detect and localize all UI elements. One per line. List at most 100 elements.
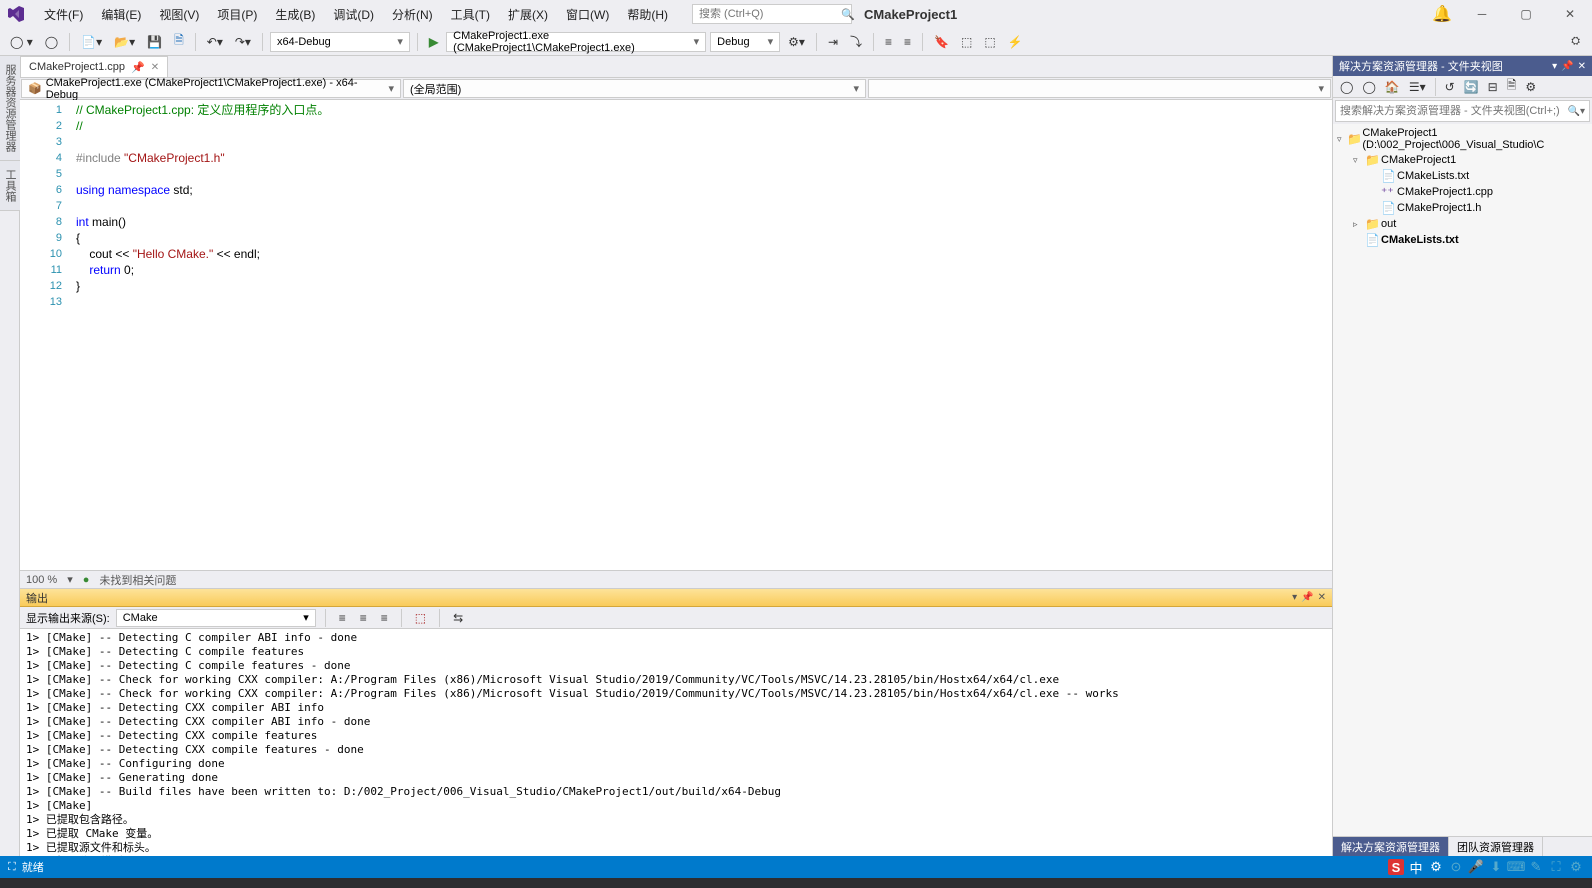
- undo-button[interactable]: ↶▾: [203, 33, 227, 51]
- output-clear-button[interactable]: ≡: [377, 609, 392, 627]
- fwd-button[interactable]: ◯: [1359, 78, 1378, 96]
- tray-icon[interactable]: ⛶: [1548, 859, 1564, 875]
- menu-item[interactable]: 编辑(E): [93, 2, 149, 27]
- menu-item[interactable]: 项目(P): [209, 2, 265, 27]
- tray-icon[interactable]: ⊙: [1448, 859, 1464, 875]
- home-button[interactable]: 🏠: [1382, 78, 1403, 96]
- pin-icon[interactable]: 📌: [1561, 61, 1573, 72]
- output-toggle-button[interactable]: ⇆: [449, 609, 467, 627]
- solution-tree[interactable]: ▿ 📁 CMakeProject1 (D:\002_Project\006_Vi…: [1333, 124, 1592, 836]
- nav-member-combo[interactable]: (全局范围)▾: [403, 79, 866, 98]
- output-source-combo[interactable]: CMake▾: [116, 609, 316, 627]
- collapse-button[interactable]: ⊟: [1485, 78, 1501, 96]
- output-wrap-button[interactable]: ⬚: [411, 609, 430, 627]
- properties-button[interactable]: ⚙: [1522, 78, 1539, 96]
- search-input[interactable]: [699, 8, 841, 20]
- nav-fwd-button[interactable]: ◯: [41, 33, 62, 51]
- config-combo[interactable]: x64-Debug▾: [270, 32, 410, 52]
- vs-logo-icon: [8, 6, 24, 22]
- tree-folder-cmakeproject1[interactable]: ▿ 📁 CMakeProject1: [1333, 152, 1592, 168]
- comment-button[interactable]: ⬚: [957, 33, 976, 51]
- menu-item[interactable]: 帮助(H): [619, 2, 676, 27]
- indent-left-button[interactable]: ≡: [881, 33, 896, 51]
- tree-file-h[interactable]: 📄 CMakeProject1.h: [1333, 200, 1592, 216]
- tray-icon[interactable]: 中: [1408, 859, 1424, 875]
- step-into-button[interactable]: ⇥: [824, 33, 842, 51]
- menu-item[interactable]: 视图(V): [151, 2, 207, 27]
- output-content[interactable]: 1> [CMake] -- Detecting C compiler ABI i…: [20, 629, 1332, 856]
- output-prev-button[interactable]: ≡: [335, 609, 350, 627]
- refresh-button[interactable]: 🔄: [1461, 78, 1482, 96]
- uncomment-button[interactable]: ⬚: [980, 33, 999, 51]
- expand-icon[interactable]: ▿: [1353, 155, 1365, 166]
- pin-icon[interactable]: 📌: [1301, 592, 1313, 603]
- zoom-level[interactable]: 100 %: [26, 574, 57, 586]
- output-next-button[interactable]: ≡: [356, 609, 371, 627]
- save-all-button[interactable]: 🗎: [170, 29, 188, 54]
- tray-icon[interactable]: ✎: [1528, 859, 1544, 875]
- open-button[interactable]: 📂▾: [110, 33, 139, 51]
- tree-root[interactable]: ▿ 📁 CMakeProject1 (D:\002_Project\006_Vi…: [1333, 126, 1592, 152]
- tree-file-root-cmakelists[interactable]: 📄 CMakeLists.txt: [1333, 232, 1592, 248]
- close-icon[interactable]: ✕: [151, 62, 159, 73]
- notification-icon[interactable]: 🔔: [1432, 4, 1452, 24]
- save-button[interactable]: 💾: [143, 33, 166, 51]
- mode-combo[interactable]: Debug▾: [710, 32, 780, 52]
- menu-item[interactable]: 文件(F): [36, 2, 91, 27]
- debug-btn-1[interactable]: ⚙▾: [784, 33, 809, 51]
- nav-back-button[interactable]: ◯ ▾: [6, 33, 37, 51]
- issues-indicator[interactable]: ●: [83, 574, 90, 586]
- quick-search[interactable]: 🔍: [692, 4, 852, 24]
- solution-search[interactable]: 🔍▾: [1335, 100, 1590, 122]
- pin-icon[interactable]: 📌: [131, 61, 145, 74]
- menu-item[interactable]: 工具(T): [443, 2, 498, 27]
- back-button[interactable]: ◯: [1337, 78, 1356, 96]
- toolbox-tab[interactable]: 工具箱: [0, 161, 20, 211]
- maximize-button[interactable]: ▢: [1512, 4, 1540, 24]
- tray-icon[interactable]: ⚙: [1568, 859, 1584, 875]
- new-item-button[interactable]: 📄▾: [77, 33, 106, 51]
- close-icon[interactable]: ✕: [1578, 61, 1586, 72]
- tab-team-explorer[interactable]: 团队资源管理器: [1449, 837, 1543, 856]
- toggle-button[interactable]: ⚡: [1004, 33, 1027, 51]
- nav-right-combo[interactable]: ▾: [868, 79, 1331, 98]
- menu-item[interactable]: 分析(N): [384, 2, 441, 27]
- tray-icon[interactable]: ⚙: [1428, 859, 1444, 875]
- menu-item[interactable]: 扩展(X): [500, 2, 556, 27]
- tree-file-cmakelists[interactable]: 📄 CMakeLists.txt: [1333, 168, 1592, 184]
- titlebar: 文件(F)编辑(E)视图(V)项目(P)生成(B)调试(D)分析(N)工具(T)…: [0, 0, 1592, 28]
- bookmark-button[interactable]: 🔖: [930, 33, 953, 51]
- tray-icon[interactable]: 🎤: [1468, 859, 1484, 875]
- server-explorer-tab[interactable]: 服务器资源管理器: [0, 56, 20, 161]
- solution-search-input[interactable]: [1340, 105, 1568, 117]
- target-combo[interactable]: CMakeProject1.exe (CMakeProject1\CMakePr…: [446, 32, 706, 52]
- redo-button[interactable]: ↷▾: [231, 33, 255, 51]
- tray-icon[interactable]: ⬇: [1488, 859, 1504, 875]
- close-button[interactable]: ✕: [1556, 4, 1584, 24]
- menu-item[interactable]: 窗口(W): [558, 2, 617, 27]
- doctab-cmakeproject1-cpp[interactable]: CMakeProject1.cpp 📌 ✕: [20, 56, 168, 77]
- tray-icon[interactable]: ⌨: [1508, 859, 1524, 875]
- code-editor[interactable]: 12345678910111213 // CMakeProject1.cpp: …: [20, 100, 1332, 570]
- tab-solution-explorer[interactable]: 解决方案资源管理器: [1333, 837, 1449, 856]
- nav-scope-combo[interactable]: 📦 CMakeProject1.exe (CMakeProject1\CMake…: [21, 79, 401, 98]
- minimize-button[interactable]: ─: [1468, 4, 1496, 24]
- code-content[interactable]: // CMakeProject1.cpp: 定义应用程序的入口点。// #inc…: [70, 100, 1332, 570]
- step-over-button[interactable]: ⤵: [846, 31, 866, 52]
- tree-folder-out[interactable]: ▹ 📁 out: [1333, 216, 1592, 232]
- indent-right-button[interactable]: ≡: [900, 33, 915, 51]
- expand-icon[interactable]: ▹: [1353, 219, 1365, 230]
- tree-file-cpp[interactable]: ⁺⁺ CMakeProject1.cpp: [1333, 184, 1592, 200]
- switch-view-button[interactable]: ☰▾: [1406, 78, 1429, 96]
- close-icon[interactable]: ✕: [1318, 592, 1326, 603]
- menu-item[interactable]: 调试(D): [325, 2, 382, 27]
- dropdown-icon[interactable]: ▾: [1292, 592, 1297, 603]
- show-all-button[interactable]: 🗎: [1504, 74, 1520, 99]
- tray-icon[interactable]: S: [1388, 859, 1404, 875]
- sync-button[interactable]: ↺: [1442, 78, 1458, 96]
- menu-item[interactable]: 生成(B): [267, 2, 323, 27]
- expand-icon[interactable]: ▿: [1337, 134, 1347, 145]
- start-debug-button[interactable]: ▶: [425, 33, 442, 51]
- live-share-button[interactable]: ⛭: [1565, 33, 1586, 50]
- dropdown-icon[interactable]: ▾: [1552, 61, 1557, 72]
